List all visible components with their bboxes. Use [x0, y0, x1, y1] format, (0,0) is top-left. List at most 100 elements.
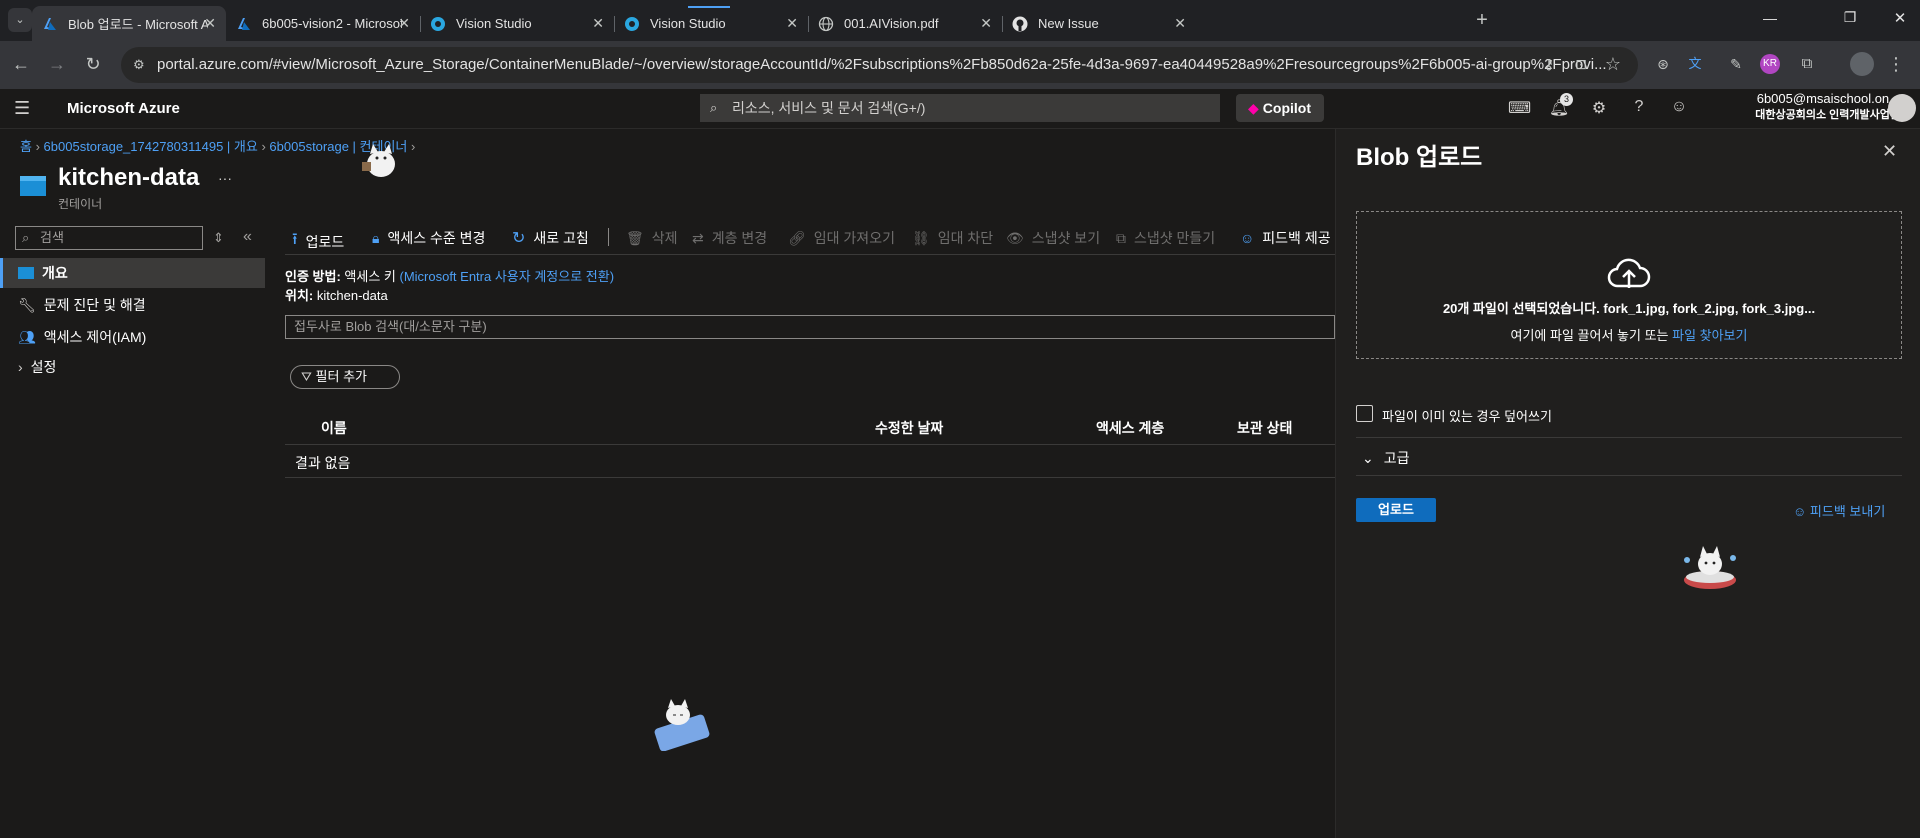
close-icon[interactable]: ✕ [592, 15, 604, 32]
notifications-bell-icon[interactable]: 🔔︎ 3 [1548, 93, 1573, 120]
sidebar-item-diagnose[interactable]: 🔧︎ 문제 진단 및 해결 [0, 290, 265, 320]
browser-tab-vision-studio-1[interactable]: Vision Studio ✕ [420, 6, 614, 41]
reload-icon[interactable]: ↻ [82, 53, 104, 75]
tab-title: Vision Studio [650, 16, 726, 31]
change-tier-command[interactable]: ⇄ 계층 변경 [692, 228, 767, 248]
broken-link-icon: ⛓︎ [912, 229, 930, 246]
azure-global-search[interactable]: ⌕ 리소스, 서비스 및 문서 검색(G+/) [700, 94, 1220, 122]
overwrite-checkbox[interactable] [1356, 405, 1373, 422]
help-icon[interactable]: ? [1628, 98, 1650, 120]
sidebar-item-label: 액세스 제어(IAM) [43, 329, 147, 345]
tab-title: Vision Studio [456, 16, 532, 31]
bookmark-star-icon[interactable]: ☆ [1602, 53, 1624, 75]
collapse-sidebar-icon[interactable]: « [243, 228, 252, 246]
location-row: 위치: kitchen-data [285, 285, 388, 304]
break-lease-command[interactable]: ⛓︎ 임대 차단 [912, 228, 993, 248]
puzzle-extensions-icon[interactable]: ⧉ [1796, 53, 1818, 75]
feedback-icon[interactable]: ☺ [1668, 98, 1690, 120]
command-bar-divider [285, 254, 1335, 255]
user-avatar[interactable] [1888, 94, 1916, 122]
delete-command[interactable]: 🗑︎ 삭제 [626, 228, 678, 248]
address-bar[interactable]: ⚙ portal.azure.com/#view/Microsoft_Azure… [121, 47, 1638, 83]
command-label: 업로드 [305, 233, 345, 250]
advanced-section-toggle[interactable]: ⌄ 고급 [1362, 448, 1410, 468]
breadcrumb-home[interactable]: 홈 [20, 139, 32, 154]
close-icon[interactable]: ✕ [1174, 15, 1186, 32]
globe-icon [818, 16, 834, 31]
view-snapshots-command[interactable]: 👁︎ 스냅샷 보기 [1006, 228, 1100, 248]
upload-button[interactable]: 업로드 [1356, 498, 1436, 522]
file-drop-zone[interactable]: 20개 파일이 선택되었습니다. fork_1.jpg, fork_2.jpg,… [1356, 211, 1902, 359]
column-header-access-tier[interactable]: 액세스 계층 [1096, 418, 1164, 438]
cloud-shell-icon[interactable]: ⌨ [1508, 98, 1531, 120]
close-icon[interactable]: ✕ [980, 15, 992, 32]
tab-search-button[interactable]: ⌄ [8, 8, 32, 32]
badge-text: KR [1763, 58, 1777, 69]
site-info-icon[interactable]: ⚙ [133, 47, 145, 83]
browser-tab-blob-upload[interactable]: Blob 업로드 - Microsoft Azure ✕ [32, 6, 226, 41]
filter-add-icon: ⛛ [301, 369, 312, 384]
advanced-label: 고급 [1383, 450, 1410, 466]
refresh-icon: ↻ [512, 230, 526, 247]
send-feedback-link[interactable]: ☺ 피드백 보내기 [1793, 501, 1885, 520]
browser-tab-pdf[interactable]: 001.AIVision.pdf ✕ [808, 6, 1002, 41]
close-icon[interactable]: ✕ [786, 15, 798, 32]
close-icon[interactable]: ✕ [204, 15, 216, 32]
overwrite-label[interactable]: 파일이 이미 있는 경우 덮어쓰기 [1382, 406, 1552, 425]
close-panel-button[interactable]: ✕ [1882, 141, 1897, 162]
back-icon[interactable]: ← [10, 53, 32, 75]
settings-gear-icon[interactable]: ⚙ [1588, 98, 1610, 120]
sidebar-item-iam[interactable]: 👥︎ 액세스 제어(IAM) [0, 322, 265, 352]
new-tab-button[interactable]: + [1470, 9, 1494, 33]
browser-tab-vision2[interactable]: 6b005-vision2 - Microsoft Azu ✕ [226, 6, 420, 41]
sidebar-item-overview[interactable]: 개요 [0, 258, 265, 288]
vision-studio-icon [431, 16, 445, 31]
github-icon [1012, 16, 1028, 31]
install-app-icon[interactable]: ⊡ [1570, 53, 1592, 75]
menu-kebab-icon[interactable]: ⋮ [1885, 53, 1907, 75]
more-options-button[interactable]: ··· [218, 170, 232, 186]
notification-count-badge: 3 [1560, 93, 1573, 106]
browser-tab-vision-studio-2[interactable]: Vision Studio ✕ [614, 6, 808, 41]
add-filter-button[interactable]: ⛛ 필터 추가 [290, 365, 400, 389]
sidebar-search-input[interactable]: ⌕ 검색 [15, 226, 203, 250]
profile-avatar-icon[interactable] [1850, 52, 1874, 76]
acquire-lease-command[interactable]: 🔗︎ 임대 가져오기 [788, 228, 895, 248]
restore-button[interactable]: ❐ [1840, 9, 1860, 26]
copilot-button[interactable]: ◆ Copilot [1236, 94, 1324, 122]
tab-title: New Issue [1038, 16, 1099, 31]
profile-extension-badge[interactable]: KR [1760, 54, 1780, 74]
url-text: portal.azure.com/#view/Microsoft_Azure_S… [157, 56, 1607, 73]
sidebar-item-settings[interactable]: › 설정 [0, 352, 265, 382]
close-window-button[interactable]: ✕ [1890, 9, 1910, 27]
browser-tab-new-issue[interactable]: New Issue ✕ [1002, 6, 1196, 41]
blob-search-input[interactable]: 접두사로 Blob 검색(대/소문자 구분) [285, 315, 1335, 339]
feedback-command[interactable]: ☺ 피드백 제공 [1240, 228, 1331, 248]
sidebar-sort-icon[interactable]: ⇕ [213, 230, 224, 246]
column-header-archive-status[interactable]: 보관 상태 [1237, 418, 1292, 438]
close-icon[interactable]: ✕ [398, 15, 410, 32]
breadcrumb-storage-overview[interactable]: 6b005storage_1742780311495 | 개요 [44, 139, 258, 154]
forward-icon[interactable]: → [46, 53, 68, 75]
drop-hint-row: 여기에 파일 끌어서 놓기 또는 파일 찾아보기 [1357, 325, 1901, 344]
snapshot-icon: ⧉ [1116, 229, 1126, 246]
switch-auth-link[interactable]: (Microsoft Entra 사용자 계정으로 전환) [399, 269, 614, 284]
upload-command[interactable]: ⭱ 업로드 [292, 228, 344, 255]
column-header-modified[interactable]: 수정한 날짜 [875, 418, 943, 438]
extension-icon-1[interactable]: ⊛ [1652, 53, 1674, 75]
hamburger-menu-icon[interactable]: ☰ [14, 98, 30, 119]
browse-files-link[interactable]: 파일 찾아보기 [1672, 328, 1747, 343]
translate-icon[interactable]: 文 [1684, 53, 1706, 75]
create-snapshot-command[interactable]: ⧉ 스냅샷 만들기 [1116, 228, 1215, 248]
eye-icon: 👁︎ [1006, 229, 1024, 246]
chevron-right-icon: › [411, 139, 416, 154]
eyedropper-icon[interactable]: ✎ [1725, 53, 1747, 75]
change-access-level-command[interactable]: 🔒︎ 액세스 수준 변경 [372, 228, 485, 248]
account-info[interactable]: 6b005@msaischool.on... 대한상공회의소 인력개발사업단 [1700, 91, 1900, 122]
minimize-button[interactable]: — [1760, 10, 1780, 26]
password-key-icon[interactable]: ⚷ [1538, 53, 1560, 75]
column-header-name[interactable]: 이름 [321, 418, 347, 438]
search-placeholder: 리소스, 서비스 및 문서 검색(G+/) [732, 100, 926, 116]
refresh-command[interactable]: ↻ 새로 고침 [512, 228, 589, 248]
azure-brand[interactable]: Microsoft Azure [67, 100, 180, 117]
